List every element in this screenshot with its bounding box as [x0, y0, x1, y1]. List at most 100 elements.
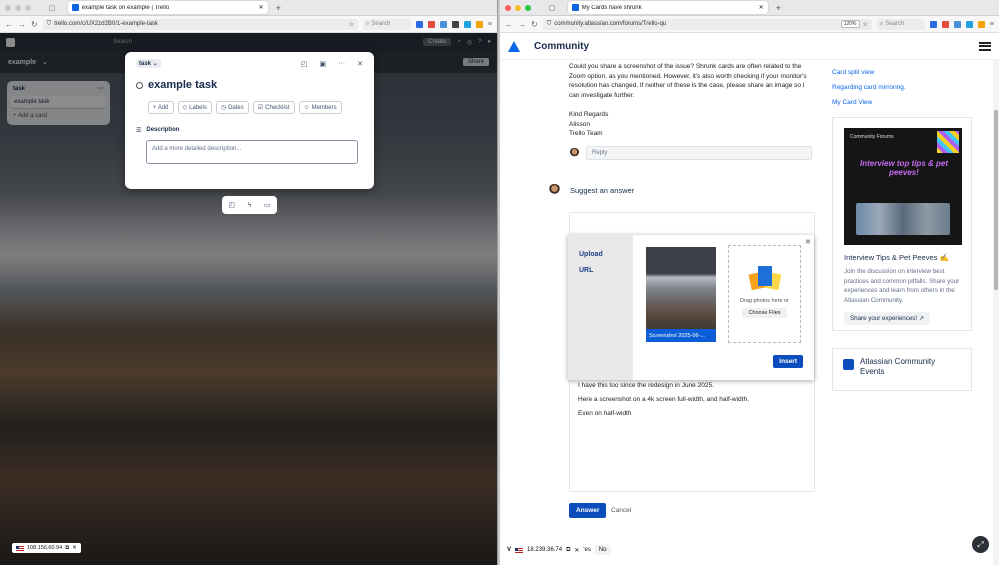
reply-input[interactable]: Reply [586, 146, 812, 160]
copy-icon[interactable]: ⧉ [566, 547, 570, 554]
uploaded-image-thumbnail[interactable]: Screenshot 2025-06-... [646, 247, 716, 342]
url-text: trello.com/c/UX2zd2B0/1-example-task [54, 21, 158, 27]
yes-text[interactable]: 'es [583, 547, 590, 553]
tag-icon: ◇ [182, 105, 188, 111]
extension-icon[interactable] [415, 20, 423, 28]
maximize-window-dot[interactable] [25, 4, 31, 11]
card-title[interactable]: example task [148, 79, 217, 91]
forward-icon[interactable]: → [518, 20, 526, 29]
sign-line: Alisson [569, 120, 590, 128]
promo-title[interactable]: Interview Tips & Pet Peeves ✍️ [844, 253, 960, 262]
reload-icon[interactable]: ↻ [31, 20, 38, 29]
url-bar[interactable]: ⛉ community.atlassian.com/forums/Trello-… [542, 18, 872, 30]
tab-community[interactable]: My Cards have shrunk ✕ [567, 1, 768, 14]
labels-label: Labels [189, 104, 207, 111]
complete-checkbox[interactable] [136, 81, 143, 89]
hamburger-menu-icon[interactable] [979, 41, 991, 51]
menu-icon[interactable]: ≡ [990, 21, 994, 28]
related-link[interactable]: Regarding card mirroring. [832, 80, 906, 95]
tab-title: My Cards have shrunk [581, 4, 642, 11]
menu-icon[interactable]: ≡ [488, 21, 492, 28]
close-icon[interactable]: ✕ [574, 547, 579, 554]
url-bar[interactable]: ⛉ trello.com/c/UX2zd2B0/1-example-task ☆ [42, 18, 358, 30]
close-window-dot[interactable] [505, 4, 511, 11]
dates-button[interactable]: ◷ Dates [215, 101, 249, 114]
maximize-window-dot[interactable] [525, 4, 531, 11]
new-tab-button[interactable]: + [776, 3, 781, 13]
inbox-icon[interactable]: ◰ [228, 201, 235, 209]
minimize-window-dot[interactable] [515, 4, 521, 11]
members-button[interactable]: ☺ Members [298, 101, 342, 114]
description-icon: ☰ [136, 128, 142, 134]
extension-icon[interactable] [427, 20, 435, 28]
comment-icon[interactable]: ▭ [264, 201, 271, 209]
cancel-button[interactable]: Cancel [611, 507, 631, 514]
insert-button[interactable]: Insert [773, 355, 803, 368]
forward-icon[interactable]: → [18, 20, 26, 29]
tab-trello[interactable]: example task on example | Trello ✕ [67, 1, 268, 14]
extension-icon[interactable] [475, 20, 483, 28]
copy-icon[interactable]: ⧉ [65, 545, 69, 552]
bookmark-star-icon[interactable]: ☆ [349, 21, 354, 28]
events-card[interactable]: Atlassian Community Events [832, 348, 972, 391]
close-window-dot[interactable] [5, 4, 11, 11]
atlassian-logo-icon[interactable] [508, 40, 520, 52]
extension-icon[interactable] [439, 20, 447, 28]
related-link[interactable]: My Card View [832, 95, 906, 110]
back-icon[interactable]: ← [505, 20, 513, 29]
reload-icon[interactable]: ↻ [531, 20, 538, 29]
browser-search-input[interactable]: ⌕ Search [362, 18, 411, 30]
close-icon[interactable]: ✖ [805, 238, 811, 246]
sidebar-icon[interactable]: ▢ [549, 4, 556, 12]
list-select[interactable]: task ⌄ [136, 59, 161, 68]
ip-text: 18.239.36.74 [527, 547, 563, 553]
minimize-window-dot[interactable] [15, 4, 21, 11]
share-experiences-button[interactable]: Share your experiences! ↗ [844, 312, 930, 325]
no-button[interactable]: No [594, 545, 611, 555]
image-icon[interactable]: ▣ [320, 60, 327, 68]
tab-close-icon[interactable]: ✕ [259, 4, 264, 11]
image-upload-dialog: Upload URL ✖ Screenshot 2025-06-... Drag… [568, 235, 814, 380]
new-tab-button[interactable]: + [276, 3, 281, 13]
trello-favicon-icon [71, 4, 79, 11]
bolt-icon[interactable]: ϟ [248, 202, 252, 209]
close-icon[interactable]: ✕ [72, 545, 77, 551]
upload-tabs: Upload URL [568, 235, 633, 380]
promo-card: Community Forums Interview top tips & pe… [832, 117, 972, 331]
zoom-level[interactable]: 120% [840, 20, 860, 28]
extension-icon[interactable] [463, 20, 471, 28]
tab-url[interactable]: URL [579, 263, 622, 279]
browser-window-trello: ▢ example task on example | Trello ✕ + ←… [0, 0, 498, 565]
choose-files-button[interactable]: Choose Files [742, 308, 787, 318]
scrollbar-thumb[interactable] [994, 110, 998, 290]
tab-upload[interactable]: Upload [579, 247, 622, 263]
add-button[interactable]: + Add [148, 101, 174, 114]
checklist-button[interactable]: ☑ Checklist [252, 101, 295, 114]
site-title[interactable]: Community [534, 41, 589, 52]
related-link[interactable]: Card split view [832, 65, 906, 80]
reply-signature: Kind Regards Alisson Trello Team [569, 110, 608, 139]
extension-icon[interactable] [965, 20, 973, 28]
shield-icon: ⛉ [46, 20, 52, 27]
extension-icon[interactable] [451, 20, 459, 28]
extension-icon[interactable] [929, 20, 937, 28]
tab-close-icon[interactable]: ✕ [759, 4, 764, 11]
extension-icon[interactable] [953, 20, 961, 28]
extension-icon[interactable] [977, 20, 985, 28]
sidebar-icon[interactable]: ▢ [49, 4, 56, 12]
nav-toolbar: ← → ↻ ⛉ community.atlassian.com/forums/T… [500, 16, 999, 33]
bookmark-star-icon[interactable]: ☆ [863, 21, 868, 28]
megaphone-icon[interactable]: ◰ [301, 60, 308, 68]
back-icon[interactable]: ← [5, 20, 13, 29]
screenshot-tool-icon[interactable]: ⤢ [972, 536, 989, 553]
editor-content[interactable]: I have this too since the redesign in Ju… [578, 379, 749, 421]
description-input[interactable]: Add a more detailed description... [146, 140, 358, 164]
answer-button[interactable]: Answer [569, 503, 607, 518]
extension-icon[interactable] [941, 20, 949, 28]
close-icon[interactable]: ✕ [357, 60, 363, 68]
browser-search-input[interactable]: ⌕ Search [876, 18, 925, 30]
labels-button[interactable]: ◇ Labels [177, 101, 212, 114]
photo-dropzone[interactable]: Drag photos here or Choose Files [728, 245, 801, 343]
more-icon[interactable]: ··· [338, 60, 345, 68]
events-title: Atlassian Community Events [860, 357, 936, 376]
